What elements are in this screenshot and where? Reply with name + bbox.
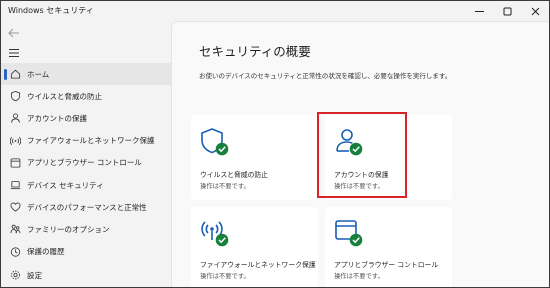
- settings-label: 設定: [27, 270, 42, 280]
- person-icon: [11, 113, 20, 124]
- shield-icon: [10, 91, 21, 102]
- sidebar-item-settings[interactable]: 設定: [1, 264, 171, 286]
- sidebar-item-firewall[interactable]: ファイアウォールとネットワーク保護: [1, 130, 171, 152]
- sidebar-item-label: デバイス セキュリティ: [27, 180, 104, 190]
- gear-icon: [11, 270, 20, 280]
- sidebar-nav: ホーム ウイルスと脅威の防止 アカウントの保護 ファイアウォールとネットワーク保…: [1, 63, 171, 263]
- hamburger-menu-icon[interactable]: [8, 48, 20, 58]
- sidebar-item-label: アカウントの保護: [27, 113, 87, 123]
- sidebar: ホーム ウイルスと脅威の防止 アカウントの保護 ファイアウォールとネットワーク保…: [1, 21, 171, 287]
- minimize-icon: [474, 10, 484, 12]
- page-description: お使いのデバイスのセキュリティと正常性の状況を確認し、必要な操作を実行します。: [199, 72, 452, 80]
- sidebar-item-device-security[interactable]: デバイス セキュリティ: [1, 174, 171, 196]
- card-title: アプリとブラウザー コントロール: [334, 261, 439, 269]
- card-status: 操作は不要です。: [200, 183, 250, 190]
- security-window: Windows セキュリティ ホーム ウイルスと脅威の防止 アカウントの保護 フ…: [0, 0, 550, 288]
- sidebar-item-account-protection[interactable]: アカウントの保護: [1, 107, 171, 129]
- highlight-box: [317, 112, 407, 198]
- shield-check-icon: [201, 128, 229, 156]
- page-title: セキュリティの概要: [199, 44, 311, 59]
- back-arrow-icon[interactable]: [8, 28, 20, 38]
- sidebar-item-label: デバイスのパフォーマンスと正常性: [27, 202, 147, 212]
- sidebar-item-family-options[interactable]: ファミリーのオプション: [1, 218, 171, 240]
- close-button[interactable]: [521, 1, 549, 21]
- sidebar-item-protection-history[interactable]: 保護の履歴: [1, 241, 171, 263]
- card-status: 操作は不要です。: [334, 273, 384, 280]
- family-icon: [10, 225, 21, 234]
- sidebar-item-app-browser[interactable]: アプリとブラウザー コントロール: [1, 152, 171, 174]
- sidebar-item-label: ウイルスと脅威の防止: [27, 91, 102, 101]
- app-browser-check-icon: [335, 220, 363, 247]
- title-bar: Windows セキュリティ: [1, 1, 549, 21]
- sidebar-item-label: ファイアウォールとネットワーク保護: [27, 136, 155, 146]
- close-icon: [531, 7, 539, 15]
- app-browser-icon: [10, 158, 21, 168]
- wifi-icon: [10, 136, 21, 145]
- history-icon: [10, 246, 21, 257]
- wifi-check-icon: [201, 221, 229, 247]
- sidebar-item-virus-protection[interactable]: ウイルスと脅威の防止: [1, 85, 171, 107]
- minimize-button[interactable]: [465, 1, 493, 21]
- home-icon: [10, 69, 21, 79]
- card-firewall[interactable]: ファイアウォールとネットワーク保護 操作は不要です。: [191, 207, 318, 287]
- maximize-icon: [503, 7, 511, 15]
- card-virus-protection[interactable]: ウイルスと脅威の防止 操作は不要です。: [191, 115, 318, 200]
- card-status: 操作は不要です。: [200, 273, 250, 280]
- sidebar-item-device-performance[interactable]: デバイスのパフォーマンスと正常性: [1, 196, 171, 218]
- sidebar-item-label: ホーム: [27, 69, 50, 79]
- window-title: Windows セキュリティ: [8, 6, 94, 15]
- sidebar-item-label: 保護の履歴: [27, 247, 65, 257]
- maximize-button[interactable]: [493, 1, 521, 21]
- card-title: ウイルスと脅威の防止: [200, 171, 268, 179]
- card-title: ファイアウォールとネットワーク保護: [200, 261, 316, 269]
- sidebar-item-label: ファミリーのオプション: [27, 224, 110, 234]
- heart-icon: [10, 202, 21, 212]
- card-app-browser[interactable]: アプリとブラウザー コントロール 操作は不要です。: [325, 207, 452, 287]
- sidebar-item-label: アプリとブラウザー コントロール: [27, 158, 142, 168]
- sidebar-item-home[interactable]: ホーム: [1, 63, 171, 86]
- laptop-icon: [10, 181, 21, 190]
